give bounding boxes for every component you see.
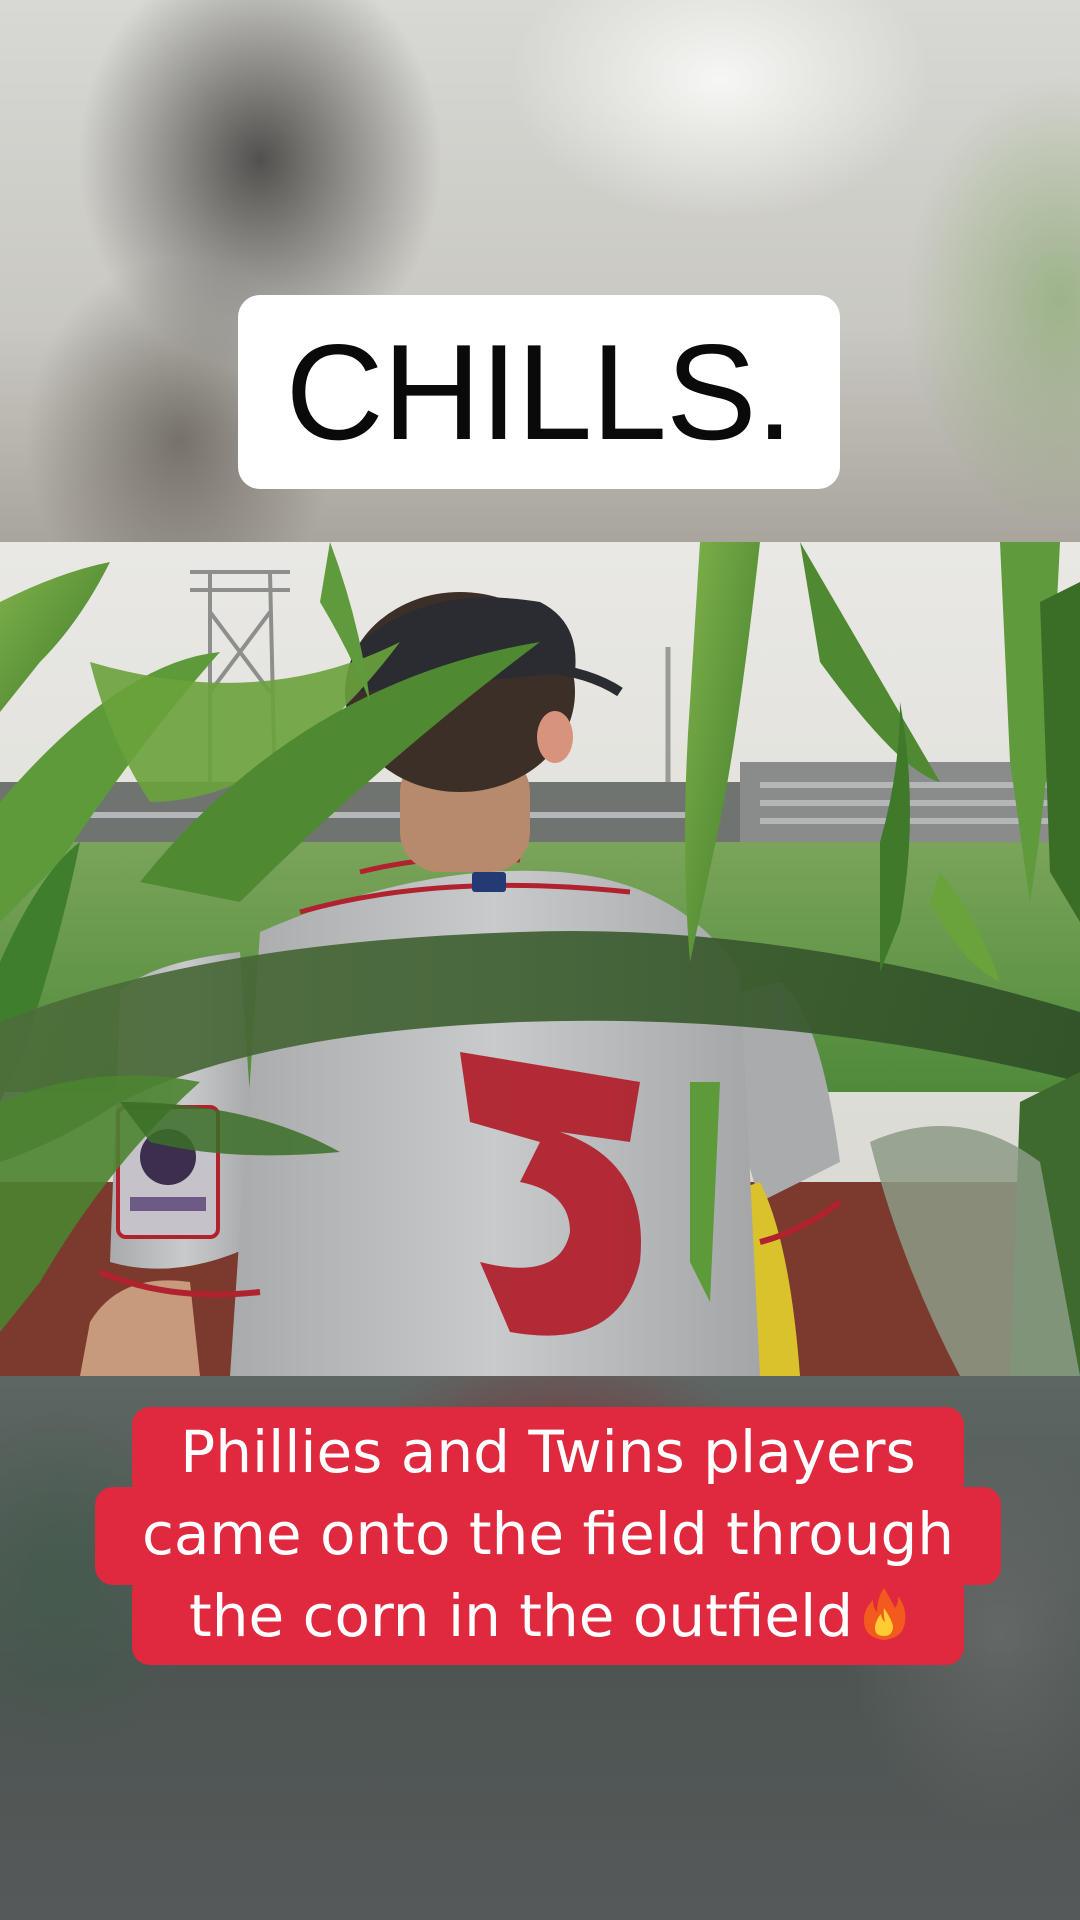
caption-overlay: Phillies and Twins players came onto the… bbox=[95, 1407, 1001, 1665]
title-card: CHILLS. bbox=[238, 295, 840, 489]
caption-line-3: the corn in the outfield bbox=[95, 1576, 1001, 1656]
fire-emoji-icon bbox=[863, 1588, 906, 1640]
video-scene bbox=[0, 542, 1080, 1376]
caption-line-1: Phillies and Twins players bbox=[180, 1418, 916, 1486]
video-frame[interactable] bbox=[0, 542, 1080, 1376]
caption-line-3-text: the corn in the outfield bbox=[188, 1582, 854, 1650]
reel-frame: CHILLS. Phillies and Twins players came … bbox=[0, 0, 1080, 1920]
title-text: CHILLS. bbox=[285, 316, 794, 468]
caption-line-2: came onto the field through bbox=[141, 1500, 955, 1568]
